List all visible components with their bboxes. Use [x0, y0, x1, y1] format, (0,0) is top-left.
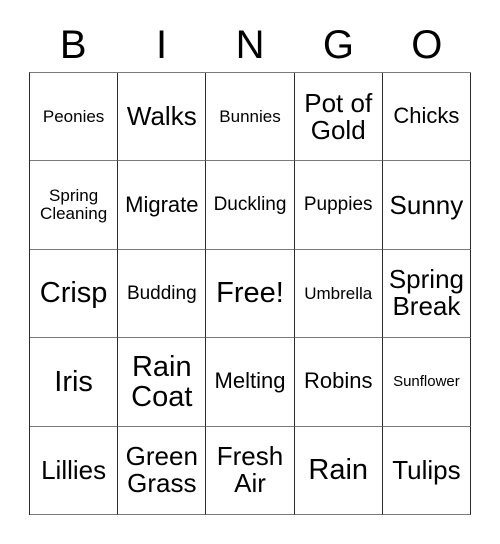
bingo-cell[interactable]: Tulips	[382, 426, 472, 515]
bingo-cell-free[interactable]: Free!	[206, 249, 295, 339]
bingo-cell[interactable]: Spring Cleaning	[30, 161, 119, 250]
bingo-cell[interactable]: Iris	[30, 338, 119, 427]
bingo-cell-label: Spring Break	[388, 264, 464, 322]
bingo-cell-label: Rain Coat	[131, 350, 193, 413]
bingo-cell[interactable]: Spring Break	[382, 249, 472, 339]
bingo-cell[interactable]: Bunnies	[206, 73, 295, 162]
header-letter-n: N	[235, 23, 265, 67]
bingo-cell-label: Fresh Air	[216, 441, 284, 499]
bingo-header: B I N G O	[29, 18, 471, 72]
bingo-cell-label: Melting	[214, 368, 286, 394]
bingo-cell[interactable]: Rain Coat	[118, 338, 207, 427]
bingo-cell-label: Puppies	[303, 194, 373, 216]
bingo-cell[interactable]: Crisp	[30, 249, 119, 339]
bingo-row: Iris Rain Coat Melting Robins Sunflower	[30, 338, 472, 427]
bingo-cell-label: Iris	[54, 365, 93, 398]
bingo-cell[interactable]: Puppies	[294, 161, 383, 250]
bingo-row: Crisp Budding Free! Umbrella Spring Brea…	[30, 249, 472, 339]
bingo-cell[interactable]: Budding	[118, 249, 207, 339]
header-letter-b: B	[59, 23, 87, 67]
bingo-cell-label: Budding	[126, 282, 197, 304]
bingo-cell-label: Walks	[126, 101, 197, 132]
bingo-cell[interactable]: Peonies	[30, 73, 119, 162]
bingo-cell-label: Sunflower	[393, 373, 460, 391]
bingo-cell-label: Crisp	[39, 277, 108, 310]
bingo-cell[interactable]: Lillies	[30, 426, 119, 515]
bingo-cell-label: Free!	[216, 277, 284, 310]
bingo-row: Lillies Green Grass Fresh Air Rain Tulip…	[30, 426, 472, 515]
bingo-cell-label: Green Grass	[125, 441, 198, 499]
header-letter-o: O	[411, 23, 443, 67]
bingo-cell-label: Duckling	[213, 194, 287, 216]
bingo-cell-label: Chicks	[393, 103, 460, 129]
bingo-cell-label: Robins	[303, 368, 373, 394]
bingo-cell[interactable]: Chicks	[382, 73, 472, 162]
bingo-cell[interactable]: Migrate	[118, 161, 207, 250]
bingo-cell-label: Pot of Gold	[304, 87, 373, 145]
bingo-cell[interactable]: Rain	[294, 426, 383, 515]
bingo-card: B I N G O Peonies Walks Bunnies Pot of G…	[29, 18, 472, 515]
bingo-grid: Peonies Walks Bunnies Pot of Gold Chicks…	[29, 72, 472, 515]
bingo-cell-label: Rain	[308, 454, 369, 487]
header-letter-g: G	[322, 23, 354, 67]
bingo-cell-label: Migrate	[125, 191, 199, 217]
bingo-cell[interactable]: Pot of Gold	[294, 73, 383, 162]
bingo-cell[interactable]: Walks	[118, 73, 207, 162]
bingo-cell-label: Bunnies	[219, 106, 281, 126]
bingo-cell[interactable]: Sunny	[382, 161, 472, 250]
bingo-cell-label: Peonies	[42, 106, 105, 126]
bingo-cell[interactable]: Umbrella	[294, 249, 383, 339]
bingo-cell-label: Tulips	[392, 454, 461, 485]
bingo-row: Peonies Walks Bunnies Pot of Gold Chicks	[30, 73, 472, 162]
bingo-cell[interactable]: Fresh Air	[206, 426, 295, 515]
header-letter-i: I	[156, 23, 168, 67]
bingo-cell-label: Umbrella	[304, 283, 373, 303]
bingo-row: Spring Cleaning Migrate Duckling Puppies…	[30, 161, 472, 250]
bingo-cell[interactable]: Green Grass	[118, 426, 207, 515]
bingo-cell[interactable]: Melting	[206, 338, 295, 427]
bingo-cell-label: Lillies	[41, 454, 107, 485]
bingo-cell[interactable]: Sunflower	[382, 338, 472, 427]
bingo-cell-label: Spring Cleaning	[40, 186, 108, 224]
bingo-cell[interactable]: Robins	[294, 338, 383, 427]
bingo-cell-label: Sunny	[389, 189, 464, 220]
bingo-cell[interactable]: Duckling	[206, 161, 295, 250]
